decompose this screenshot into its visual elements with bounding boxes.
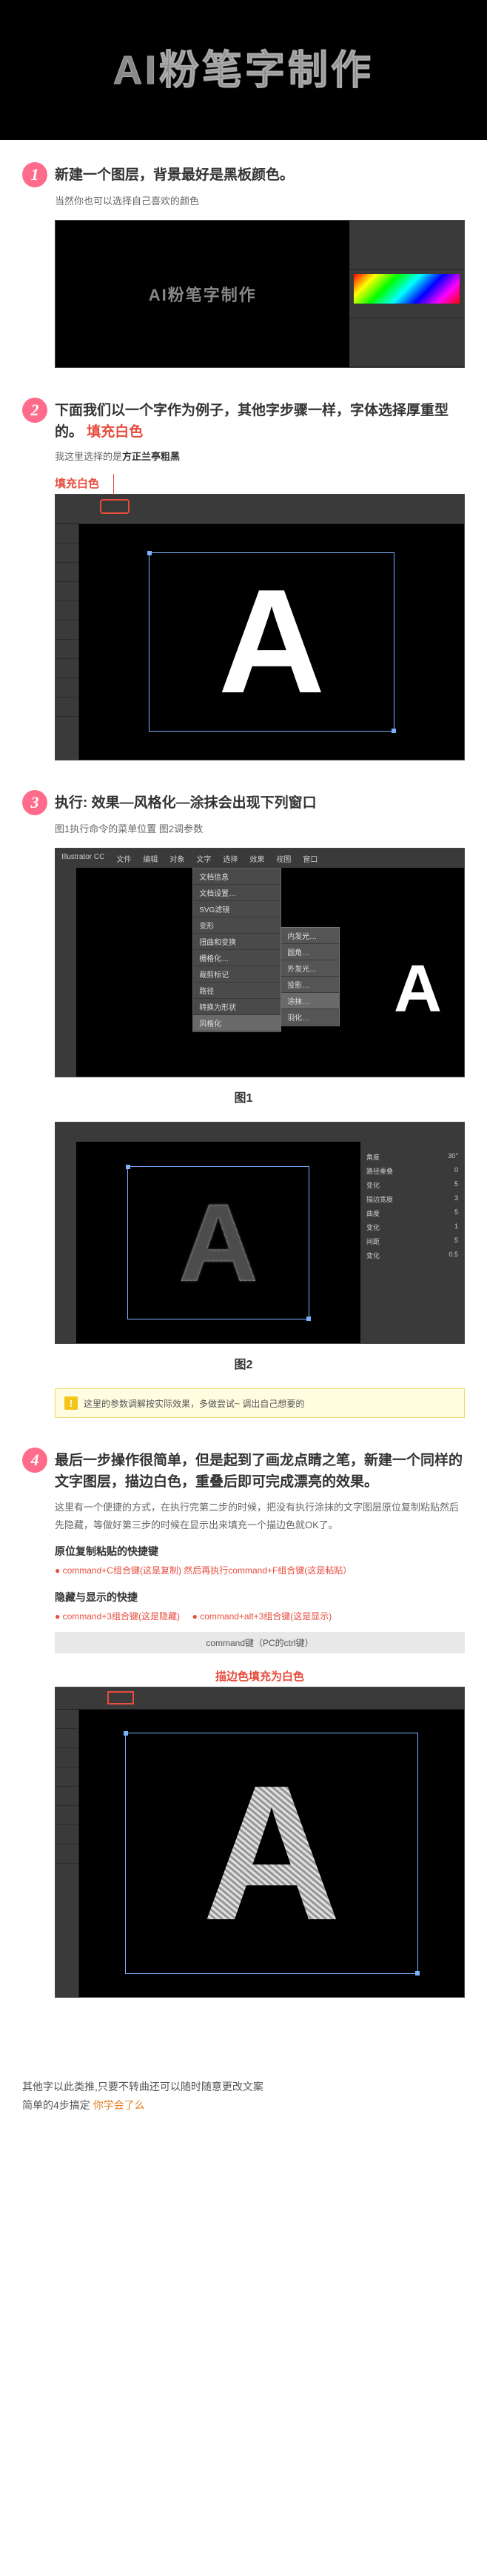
submenu-item: 内发光…	[281, 928, 339, 944]
submenu-item: 投影…	[281, 977, 339, 993]
step-2-title-b: 填充白色	[87, 424, 143, 440]
outro-line1: 其他字以此类推,只要不转曲还可以随时随意更改文案	[22, 2078, 465, 2096]
ss3a-tools	[56, 868, 76, 1077]
step-4: 4 最后一步操作很简单，但是起到了画龙点睛之笔，新建一个同样的文字图层，描边白色…	[22, 1448, 465, 1998]
step-badge-3: 3	[22, 790, 47, 815]
param-row: 间距5	[366, 1237, 458, 1246]
param-row: 变化1	[366, 1222, 458, 1232]
outro-accent: 你学会了么	[93, 2099, 145, 2111]
step-3: 3 执行: 效果—风格化—涂抹会出现下列窗口 图1执行命令的菜单位置 图2调参数…	[22, 790, 465, 1418]
ss4-tools	[56, 1710, 79, 1997]
param-row: 描边宽度3	[366, 1194, 458, 1204]
stroke-swatch-highlight-icon	[107, 1691, 134, 1704]
ss1-panel-bot	[349, 318, 464, 367]
content: 1 新建一个图层，背景最好是黑板颜色。 当然你也可以选择自己喜欢的颜色 AI粉笔…	[0, 140, 487, 2057]
ss1-preview-text: AI粉笔字制作	[149, 282, 257, 306]
fill-white-label: 填充白色	[55, 475, 99, 491]
fill-swatch-highlight-icon	[100, 499, 130, 514]
param-row: 路径重叠0	[366, 1166, 458, 1176]
warning-text: 这里的参数调解按实际效果，多做尝试~ 调出自己想要的	[84, 1397, 304, 1410]
screenshot-2: A	[55, 494, 465, 760]
kb1-title: 原位复制粘贴的快捷键	[55, 1544, 465, 1559]
effect-dropdown: 文档信息 文档设置… SVG滤镜 变形 扭曲和变换 栅格化… 裁剪标记 路径 转…	[192, 868, 281, 1032]
callout-line-icon	[113, 474, 114, 495]
selection-box-icon	[149, 552, 395, 732]
step-2-title: 下面我们以一个字作为例子，其他字步骤一样，字体选择厚重型的。 填充白色	[55, 401, 465, 443]
step-1: 1 新建一个图层，背景最好是黑板颜色。 当然你也可以选择自己喜欢的颜色 AI粉笔…	[22, 162, 465, 368]
menu-item: 转换为形状	[193, 999, 281, 1015]
page-title: AI粉笔字制作	[0, 37, 487, 96]
screenshot-4: A	[55, 1687, 465, 1998]
outro-line2: 简单的4步搞定 你学会了么	[22, 2096, 465, 2115]
step-badge-4: 4	[22, 1448, 47, 1473]
outro: 其他字以此类推,只要不转曲还可以随时随意更改文案 简单的4步搞定 你学会了么	[0, 2057, 487, 2144]
ss1-canvas: AI粉笔字制作	[56, 221, 349, 367]
fill-white-callout: 填充白色	[55, 475, 465, 491]
submenu-item: 羽化…	[281, 1009, 339, 1026]
figure-1-label: 图1	[22, 1088, 465, 1105]
menu-item: 裁剪标记	[193, 966, 281, 983]
step-2-note: 我这里选择的是方正兰亭粗黑	[55, 449, 465, 465]
ss2-canvas: A	[79, 524, 464, 760]
stroke-white-callout: 描边色填充为白色	[55, 1668, 465, 1684]
step-3-note: 图1执行命令的菜单位置 图2调参数	[55, 821, 465, 837]
submenu-item: 外发光…	[281, 960, 339, 977]
step-badge-1: 1	[22, 162, 47, 187]
figure-2-label: 图2	[22, 1354, 465, 1372]
letter-preview-A: A	[394, 951, 442, 1028]
step-3-title: 执行: 效果—风格化—涂抹会出现下列窗口	[55, 793, 465, 814]
ss3b-tools	[56, 1142, 76, 1343]
menu-item: 路径	[193, 983, 281, 999]
step-2: 2 下面我们以一个字作为例子，其他字步骤一样，字体选择厚重型的。 填充白色 我这…	[22, 398, 465, 760]
outro-line2a: 简单的4步搞定	[22, 2099, 93, 2111]
menu-item: 文档设置…	[193, 885, 281, 901]
ss1-color-panel	[349, 270, 464, 318]
menu-item: SVG滤镜	[193, 901, 281, 917]
screenshot-3a: Illustrator CC文件编辑对象文字选择效果视图窗口 文档信息 文档设置…	[55, 848, 465, 1077]
step-4-p1: 这里有一个便捷的方式，在执行完第二步的时候，把没有执行涂抹的文字图层原位复制粘贴…	[55, 1499, 465, 1533]
ss4-toolbar	[56, 1687, 464, 1710]
ss3a-menubar: Illustrator CC文件编辑对象文字选择效果视图窗口	[56, 849, 464, 868]
step-4-body: 这里有一个便捷的方式，在执行完第二步的时候，把没有执行涂抹的文字图层原位复制粘贴…	[55, 1499, 465, 1533]
ss4-canvas: A	[79, 1710, 464, 1997]
chalk-letter-A: A	[178, 1179, 258, 1307]
step-2-note-a: 我这里选择的是	[55, 451, 122, 462]
step-4-title: 最后一步操作很简单，但是起到了画龙点睛之笔，新建一个同样的文字图层，描边白色，重…	[55, 1451, 465, 1493]
kb2-title: 隐藏与显示的快捷	[55, 1590, 465, 1605]
kb2-line: ● command+3组合键(这是隐藏) ● command+alt+3组合键(…	[55, 1609, 465, 1625]
hero-banner: AI粉笔字制作	[0, 0, 487, 140]
step-1-title: 新建一个图层，背景最好是黑板颜色。	[55, 165, 465, 187]
warning-callout: ! 这里的参数调解按实际效果，多做尝试~ 调出自己想要的	[55, 1388, 465, 1418]
ss1-panel-top	[349, 221, 464, 270]
kb1-line: ● command+C组合键(这是复制) 然后再执行command+F组合键(这…	[55, 1563, 465, 1579]
menu-item: 文档信息	[193, 869, 281, 885]
screenshot-1: AI粉笔字制作	[55, 220, 465, 368]
step-badge-2: 2	[22, 398, 47, 423]
chalk-final-letter: A	[202, 1743, 341, 1964]
screenshot-3b: A 角度30° 路径重叠0 变化5 描边宽度3 曲度5 变化1 间距5 变化0.…	[55, 1122, 465, 1344]
param-row: 变化0.5	[366, 1251, 458, 1260]
stylize-submenu: 内发光… 圆角… 外发光… 投影… 涂抹… 羽化…	[281, 927, 340, 1026]
menu-item: 扭曲和变换	[193, 934, 281, 950]
ss3b-canvas: A	[76, 1142, 360, 1343]
step-1-note: 当然你也可以选择自己喜欢的颜色	[55, 193, 465, 210]
ss1-panels	[349, 221, 464, 367]
ss2-tool-palette	[56, 524, 79, 760]
param-row: 曲度5	[366, 1208, 458, 1218]
scribble-options-panel: 角度30° 路径重叠0 变化5 描边宽度3 曲度5 变化1 间距5 变化0.5	[360, 1142, 464, 1343]
submenu-item: 圆角…	[281, 944, 339, 960]
step-2-font-name: 方正兰亭粗黑	[122, 451, 180, 462]
param-row: 变化5	[366, 1180, 458, 1190]
menu-item: 变形	[193, 917, 281, 934]
warning-icon: !	[64, 1396, 78, 1410]
param-row: 角度30°	[366, 1152, 458, 1162]
submenu-item-scribble: 涂抹…	[281, 993, 339, 1009]
menu-item: 栅格化…	[193, 950, 281, 966]
ss3b-menubar	[56, 1123, 464, 1142]
ss3a-canvas: 文档信息 文档设置… SVG滤镜 变形 扭曲和变换 栅格化… 裁剪标记 路径 转…	[76, 868, 464, 1077]
color-spectrum-icon	[354, 274, 460, 304]
menu-item-stylize: 风格化	[193, 1015, 281, 1031]
command-key-note: command键（PC的ctrl键）	[55, 1632, 465, 1653]
ss2-toolbar	[56, 495, 464, 524]
